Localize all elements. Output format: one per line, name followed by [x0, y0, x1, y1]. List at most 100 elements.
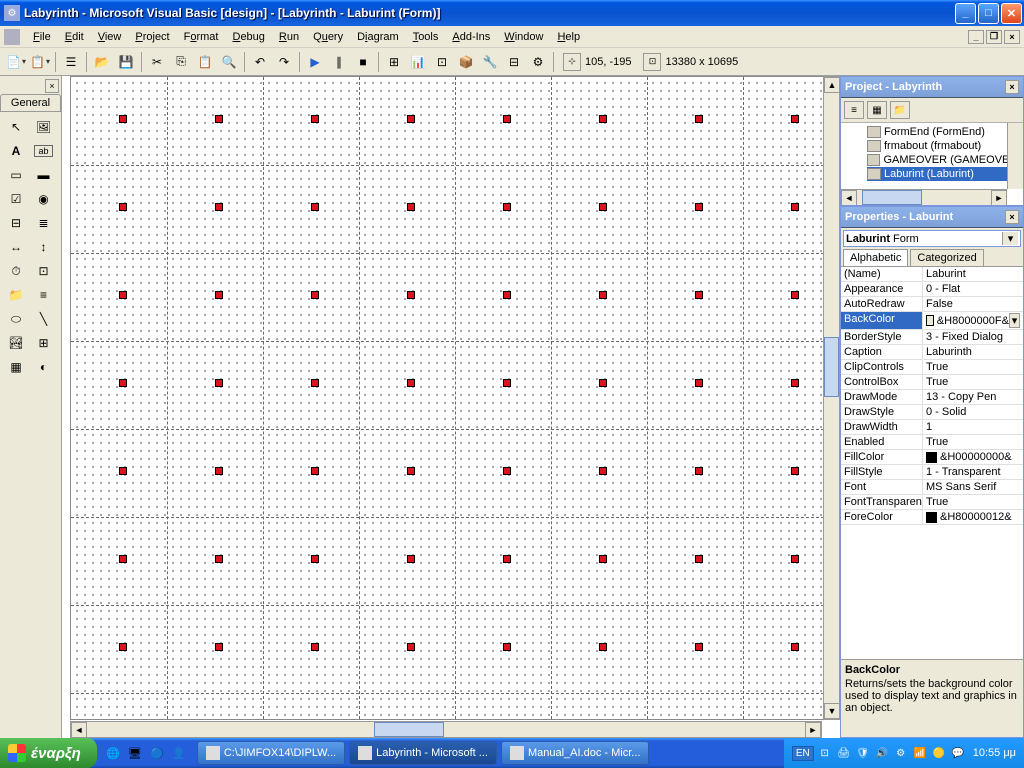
- grid-marker[interactable]: [695, 467, 703, 475]
- property-row[interactable]: ForeColor&H80000012&: [841, 510, 1023, 525]
- grid-marker[interactable]: [599, 555, 607, 563]
- menu-format[interactable]: Format: [177, 29, 226, 45]
- grid-marker[interactable]: [215, 115, 223, 123]
- grid-marker[interactable]: [599, 379, 607, 387]
- tray-icon[interactable]: 📶: [912, 745, 928, 761]
- clock[interactable]: 10:55 μμ: [973, 747, 1016, 759]
- property-row[interactable]: FillStyle1 - Transparent: [841, 465, 1023, 480]
- tray-icon[interactable]: 🛡: [855, 745, 871, 761]
- grid-marker[interactable]: [695, 643, 703, 651]
- grid-marker[interactable]: [791, 555, 799, 563]
- grid-marker[interactable]: [407, 115, 415, 123]
- tool-label[interactable]: A: [4, 140, 28, 162]
- form-layout-button[interactable]: ⊡: [431, 51, 453, 73]
- grid-marker[interactable]: [119, 467, 127, 475]
- grid-marker[interactable]: [119, 555, 127, 563]
- grid-marker[interactable]: [215, 643, 223, 651]
- view-object-button[interactable]: ▦: [867, 101, 887, 119]
- menu-edit[interactable]: Edit: [58, 29, 91, 45]
- language-indicator[interactable]: EN: [792, 746, 814, 761]
- hscroll-thumb[interactable]: [374, 722, 444, 737]
- tool-frame[interactable]: ▭: [4, 164, 28, 186]
- grid-marker[interactable]: [119, 379, 127, 387]
- grid-marker[interactable]: [599, 115, 607, 123]
- properties-object-combo[interactable]: Laburint Form ▾: [843, 230, 1021, 247]
- grid-marker[interactable]: [503, 467, 511, 475]
- stop-button[interactable]: ■: [352, 51, 374, 73]
- grid-marker[interactable]: [503, 115, 511, 123]
- paste-button[interactable]: 📋: [194, 51, 216, 73]
- grid-marker[interactable]: [695, 379, 703, 387]
- taskbar-button[interactable]: C:\JIMFOX14\DIPLW...: [197, 741, 345, 765]
- toggle-folders-button[interactable]: 📁: [890, 101, 910, 119]
- grid-marker[interactable]: [503, 203, 511, 211]
- scroll-right-button[interactable]: ►: [805, 722, 821, 738]
- grid-marker[interactable]: [119, 643, 127, 651]
- menu-debug[interactable]: Debug: [225, 29, 271, 45]
- grid-marker[interactable]: [215, 203, 223, 211]
- tool-image[interactable]: 🏞: [4, 332, 28, 354]
- grid-marker[interactable]: [407, 203, 415, 211]
- project-tree-item[interactable]: GAMEOVER (GAMEOVER): [867, 153, 1021, 167]
- tray-icon[interactable]: 💬: [950, 745, 966, 761]
- grid-marker[interactable]: [791, 379, 799, 387]
- mdi-minimize-button[interactable]: _: [968, 30, 984, 44]
- quicklaunch-msn-icon[interactable]: 👤: [169, 742, 189, 764]
- properties-grid[interactable]: (Name)LaburintAppearance0 - FlatAutoRedr…: [841, 266, 1023, 659]
- grid-marker[interactable]: [695, 115, 703, 123]
- project-tree[interactable]: FormEnd (FormEnd)frmabout (frmabout)GAME…: [841, 123, 1023, 205]
- grid-marker[interactable]: [791, 643, 799, 651]
- proj-scroll-right[interactable]: ►: [991, 190, 1007, 205]
- tool-commandbutton[interactable]: ▬: [32, 164, 56, 186]
- quicklaunch-desktop-icon[interactable]: 🖥: [125, 742, 145, 764]
- grid-marker[interactable]: [791, 203, 799, 211]
- menu-file[interactable]: File: [26, 29, 58, 45]
- property-row[interactable]: (Name)Laburint: [841, 267, 1023, 282]
- grid-marker[interactable]: [599, 203, 607, 211]
- grid-marker[interactable]: [311, 555, 319, 563]
- pause-button[interactable]: ∥: [328, 51, 350, 73]
- grid-marker[interactable]: [119, 115, 127, 123]
- property-row[interactable]: FontTransparentTrue: [841, 495, 1023, 510]
- project-tree-item[interactable]: FormEnd (FormEnd): [867, 125, 1021, 139]
- scroll-left-button[interactable]: ◄: [71, 722, 87, 738]
- grid-marker[interactable]: [407, 555, 415, 563]
- grid-marker[interactable]: [791, 291, 799, 299]
- toolbox-tab-general[interactable]: General: [0, 94, 61, 112]
- properties-tab-categorized[interactable]: Categorized: [910, 249, 983, 266]
- property-row[interactable]: DrawWidth1: [841, 420, 1023, 435]
- copy-button[interactable]: ⎘: [170, 51, 192, 73]
- tool-line[interactable]: ╲: [32, 308, 56, 330]
- property-row[interactable]: FillColor&H00000000&: [841, 450, 1023, 465]
- properties-panel-close-button[interactable]: ×: [1005, 210, 1019, 224]
- project-explorer-button[interactable]: ⊞: [383, 51, 405, 73]
- property-row[interactable]: BackColor&H8000000F&▾: [841, 312, 1023, 330]
- view-code-button[interactable]: ≡: [844, 101, 864, 119]
- tool-optionbutton[interactable]: ◉: [32, 188, 56, 210]
- menu-editor-button[interactable]: ☰: [60, 51, 82, 73]
- project-tree-item[interactable]: Laburint (Laburint): [867, 167, 1021, 181]
- grid-marker[interactable]: [119, 203, 127, 211]
- grid-marker[interactable]: [503, 379, 511, 387]
- grid-marker[interactable]: [311, 291, 319, 299]
- tool-checkbox[interactable]: ☑: [4, 188, 28, 210]
- quicklaunch-ie-icon[interactable]: 🌐: [103, 742, 123, 764]
- data-view-button[interactable]: ⊟: [503, 51, 525, 73]
- property-row[interactable]: ClipControlsTrue: [841, 360, 1023, 375]
- grid-marker[interactable]: [599, 467, 607, 475]
- save-project-button[interactable]: 💾: [115, 51, 137, 73]
- taskbar-button[interactable]: Manual_AI.doc - Micr...: [501, 741, 650, 765]
- chevron-down-icon[interactable]: ▾: [1009, 313, 1020, 328]
- proj-hscroll-thumb[interactable]: [862, 190, 922, 205]
- tool-vscrollbar[interactable]: ↕: [32, 236, 56, 258]
- grid-marker[interactable]: [311, 115, 319, 123]
- undo-button[interactable]: ↶: [249, 51, 271, 73]
- menu-help[interactable]: Help: [550, 29, 587, 45]
- grid-marker[interactable]: [599, 291, 607, 299]
- form-designer-canvas[interactable]: [70, 76, 840, 720]
- grid-marker[interactable]: [311, 643, 319, 651]
- grid-marker[interactable]: [695, 555, 703, 563]
- close-button[interactable]: ✕: [1001, 3, 1022, 24]
- vscroll-thumb[interactable]: [824, 337, 839, 397]
- cut-button[interactable]: ✂: [146, 51, 168, 73]
